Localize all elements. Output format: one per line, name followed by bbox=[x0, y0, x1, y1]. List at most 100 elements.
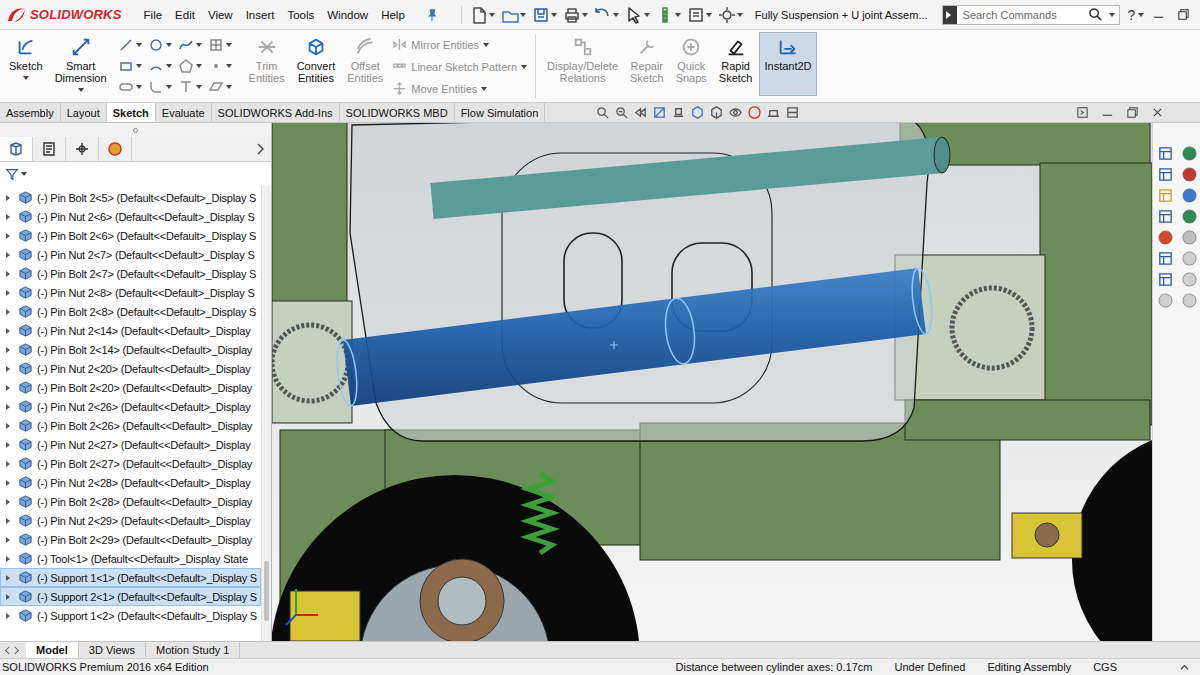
task-pane-tab[interactable] bbox=[1181, 187, 1198, 208]
task-pane-tab[interactable] bbox=[1181, 292, 1198, 313]
command-tab[interactable]: SOLIDWORKS Add-Ins bbox=[212, 103, 340, 122]
filter-icon[interactable] bbox=[5, 167, 19, 181]
panel-tab[interactable] bbox=[99, 137, 132, 161]
dropdown-caret-icon[interactable] bbox=[166, 85, 172, 89]
expand-arrow-icon[interactable] bbox=[6, 252, 10, 258]
hide-show-icon[interactable] bbox=[728, 105, 743, 120]
command-tab[interactable]: Layout bbox=[61, 103, 107, 122]
dropdown-caret-icon[interactable] bbox=[226, 43, 232, 47]
command-tab[interactable]: Assembly bbox=[0, 103, 61, 122]
grip-icon[interactable] bbox=[133, 128, 138, 133]
quick-access-button[interactable] bbox=[470, 6, 495, 24]
task-pane-tab[interactable] bbox=[1181, 208, 1198, 229]
dropdown-caret-icon[interactable] bbox=[226, 85, 232, 89]
task-pane-tab[interactable] bbox=[1181, 145, 1198, 166]
dropdown-caret-icon[interactable] bbox=[136, 64, 142, 68]
dropdown-caret-icon[interactable] bbox=[481, 87, 487, 91]
frame-part[interactable] bbox=[272, 123, 347, 303]
dropdown-caret-icon[interactable] bbox=[1138, 13, 1144, 17]
menu-item[interactable]: Help bbox=[381, 9, 405, 21]
dropdown-caret-icon[interactable] bbox=[521, 65, 527, 69]
task-pane-tab[interactable] bbox=[1157, 145, 1174, 166]
expand-arrow-icon[interactable] bbox=[6, 309, 10, 315]
panel-tab[interactable] bbox=[33, 137, 66, 161]
dropdown-caret-icon[interactable] bbox=[613, 13, 619, 17]
task-pane-tab[interactable] bbox=[1181, 250, 1198, 271]
sketch-tool-button[interactable] bbox=[118, 79, 148, 95]
expand-arrow-icon[interactable] bbox=[6, 499, 10, 505]
sketch-tool-button[interactable] bbox=[118, 58, 148, 74]
dropdown-caret-icon[interactable] bbox=[1109, 13, 1115, 17]
expand-arrow-icon[interactable] bbox=[6, 271, 10, 277]
tree-item[interactable]: (-) Pin Bolt 2<14> (Default<<Default>_Di… bbox=[0, 340, 261, 359]
tree-item[interactable]: (-) Pin Nut 2<29> (Default<<Default>_Dis… bbox=[0, 511, 261, 530]
sketch-tool-button[interactable] bbox=[178, 37, 208, 53]
task-pane-tab[interactable] bbox=[1181, 229, 1198, 250]
quick-access-button[interactable] bbox=[501, 6, 526, 24]
dropdown-caret-icon[interactable] bbox=[196, 64, 202, 68]
restore-icon[interactable] bbox=[1177, 8, 1190, 21]
graphics-area[interactable] bbox=[272, 123, 1152, 641]
quick-access-button[interactable] bbox=[718, 6, 743, 24]
tree-item[interactable]: (-) Pin Bolt 2<26> (Default<<Default>_Di… bbox=[0, 416, 261, 435]
coupling[interactable] bbox=[290, 591, 360, 641]
expand-arrow-icon[interactable] bbox=[6, 556, 10, 562]
tree-item[interactable]: (-) Pin Bolt 2<29> (Default<<Default>_Di… bbox=[0, 530, 261, 549]
chevron-right-icon[interactable] bbox=[255, 142, 265, 156]
command-tab[interactable]: SOLIDWORKS MBD bbox=[340, 103, 455, 122]
dropdown-caret-icon[interactable] bbox=[706, 13, 712, 17]
search-commands-field[interactable]: Search Commands bbox=[942, 5, 1120, 25]
tree-item[interactable]: (-) Support 2<1> (Default<<Default>_Disp… bbox=[0, 587, 261, 606]
magnifier-icon[interactable] bbox=[1088, 7, 1103, 22]
quick-access-button[interactable] bbox=[532, 6, 557, 24]
command-tab[interactable]: Evaluate bbox=[156, 103, 212, 122]
tree-item[interactable]: (-) Pin Nut 2<6> (Default<<Default>_Disp… bbox=[0, 207, 261, 226]
wheel[interactable] bbox=[1072, 430, 1152, 641]
menu-item[interactable]: View bbox=[208, 9, 233, 21]
coupling[interactable] bbox=[1012, 513, 1082, 558]
expand-arrow-icon[interactable] bbox=[6, 518, 10, 524]
tree-item[interactable]: (-) Pin Bolt 2<8> (Default<<Default>_Dis… bbox=[0, 302, 261, 321]
tree-item[interactable]: (-) Pin Nut 2<7> (Default<<Default>_Disp… bbox=[0, 245, 261, 264]
panel-tab[interactable] bbox=[0, 137, 33, 161]
dropdown-caret-icon[interactable] bbox=[166, 64, 172, 68]
expand-arrow-icon[interactable] bbox=[6, 423, 10, 429]
menu-item[interactable]: File bbox=[144, 9, 163, 21]
scroll-left-icon[interactable] bbox=[4, 646, 11, 655]
task-pane-tab[interactable] bbox=[1157, 271, 1174, 292]
dropdown-caret-icon[interactable] bbox=[675, 13, 681, 17]
bottom-tab[interactable]: Model bbox=[26, 642, 79, 658]
ribbon-button[interactable]: Instant2D bbox=[759, 32, 816, 96]
ribbon-small-button[interactable]: Move Entities bbox=[392, 78, 527, 99]
sketch-tool-button[interactable] bbox=[148, 58, 178, 74]
expand-arrow-icon[interactable] bbox=[6, 442, 10, 448]
zoom-fit-icon[interactable] bbox=[595, 105, 610, 120]
panel-tab[interactable] bbox=[66, 137, 99, 161]
expand-panel-icon[interactable] bbox=[1076, 106, 1089, 119]
task-pane-tab[interactable] bbox=[1157, 187, 1174, 208]
minimize-icon[interactable] bbox=[1101, 106, 1114, 119]
dropdown-caret-icon[interactable] bbox=[226, 64, 232, 68]
command-tab[interactable]: Sketch bbox=[107, 103, 156, 122]
expand-arrow-icon[interactable] bbox=[6, 575, 10, 581]
restore-icon[interactable] bbox=[1126, 106, 1139, 119]
ribbon-button[interactable]: Display/Delete Relations bbox=[542, 32, 623, 96]
ribbon-button[interactable]: Smart Dimension bbox=[50, 32, 112, 96]
expand-arrow-icon[interactable] bbox=[6, 214, 10, 220]
scrollbar-thumb[interactable] bbox=[264, 561, 269, 621]
view-settings-icon[interactable] bbox=[785, 105, 800, 120]
tree-item[interactable]: (-) Support 1<2> (Default<<Default>_Disp… bbox=[0, 606, 261, 625]
dropdown-caret-icon[interactable] bbox=[551, 13, 557, 17]
previous-view-icon[interactable] bbox=[633, 105, 648, 120]
help-button[interactable]: ? bbox=[1128, 7, 1145, 23]
solidworks-logo[interactable]: SOLIDWORKS bbox=[6, 6, 122, 24]
ribbon-button[interactable]: Rapid Sketch bbox=[714, 32, 758, 96]
frame-part[interactable] bbox=[1040, 163, 1152, 425]
menu-item[interactable]: Window bbox=[327, 9, 368, 21]
expand-arrow-icon[interactable] bbox=[6, 347, 10, 353]
bottom-tab[interactable]: Motion Study 1 bbox=[146, 642, 240, 658]
tree-item[interactable]: (-) Pin Bolt 2<6> (Default<<Default>_Dis… bbox=[0, 226, 261, 245]
frame-part[interactable] bbox=[905, 400, 1150, 440]
expand-arrow-icon[interactable] bbox=[6, 480, 10, 486]
sketch-tool-button[interactable] bbox=[178, 79, 208, 95]
